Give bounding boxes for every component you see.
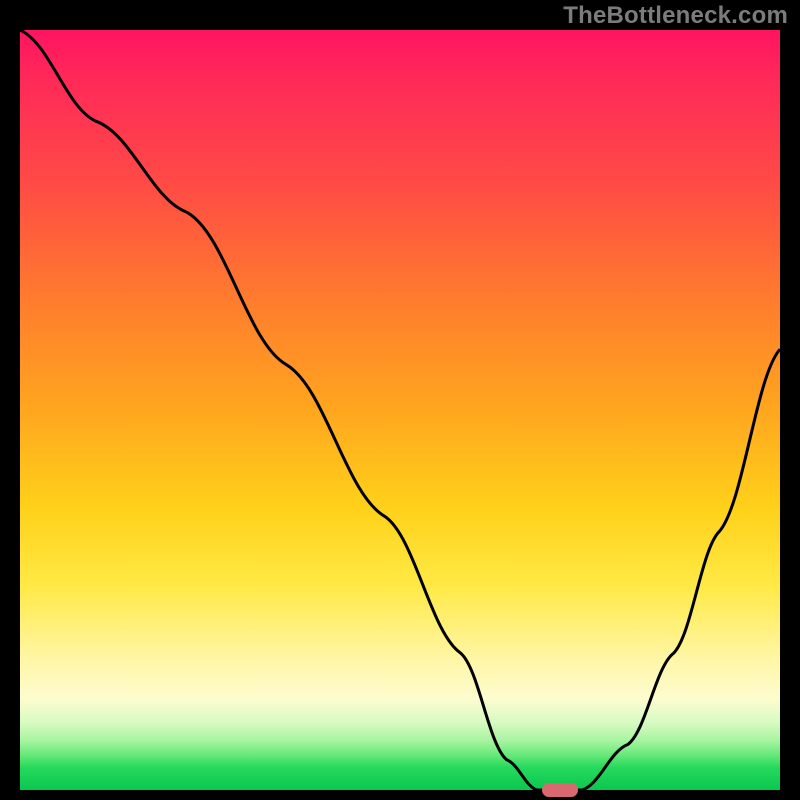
plot-area [20, 30, 780, 790]
watermark-text: TheBottleneck.com [563, 2, 788, 30]
optimal-marker [542, 783, 578, 797]
outer-frame: TheBottleneck.com [0, 0, 800, 800]
curve-path [20, 30, 780, 790]
bottleneck-curve [20, 30, 780, 790]
